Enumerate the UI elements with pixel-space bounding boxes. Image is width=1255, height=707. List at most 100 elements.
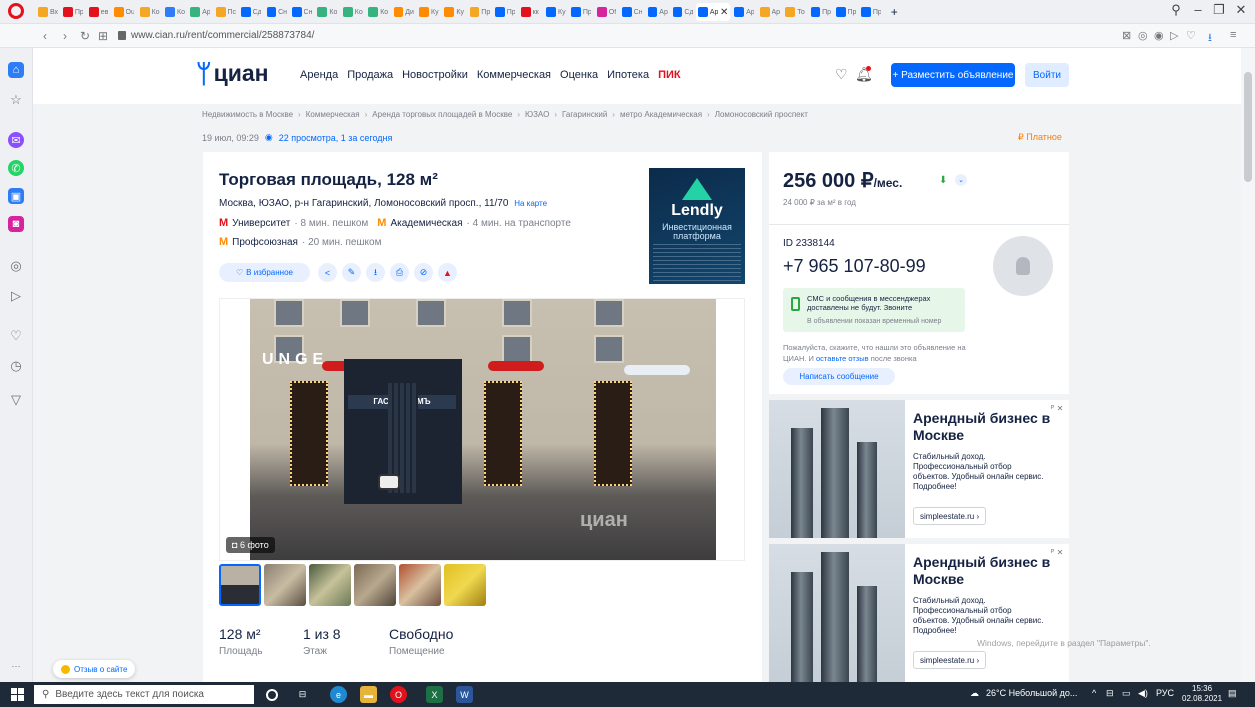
metro-name[interactable]: Университет: [232, 218, 290, 229]
word-icon[interactable]: W: [456, 686, 473, 703]
browser-tab[interactable]: ев: [87, 3, 111, 21]
complaint-icon[interactable]: ▲: [438, 263, 457, 282]
whatsapp-icon[interactable]: ✆: [8, 160, 24, 176]
browser-tab[interactable]: Пр: [809, 3, 833, 21]
nav-commercial[interactable]: Коммерческая: [477, 69, 551, 81]
favorites-heart-icon[interactable]: ♡: [8, 328, 24, 344]
camera-icon[interactable]: ◎: [1138, 29, 1148, 42]
new-tab-button[interactable]: +: [889, 3, 913, 21]
share-icon[interactable]: <: [318, 263, 337, 282]
photo-thumbnail[interactable]: [399, 564, 441, 606]
edit-pencil-icon[interactable]: ✎: [342, 263, 361, 282]
opera-logo-icon[interactable]: [8, 3, 24, 19]
browser-tab[interactable]: Ди: [392, 3, 416, 21]
browser-tab[interactable]: Ку: [442, 3, 466, 21]
browser-tab[interactable]: Ар: [646, 3, 670, 21]
home-icon[interactable]: ⌂: [8, 62, 24, 78]
browser-tab[interactable]: То: [783, 3, 807, 21]
url-field[interactable]: www.cian.ru/rent/commercial/258873784/: [131, 30, 314, 41]
browser-tab[interactable]: Ou: [112, 3, 136, 21]
maximize-icon[interactable]: ❐: [1209, 2, 1229, 18]
close-window-icon[interactable]: ✕: [1231, 2, 1251, 18]
flow-icon[interactable]: ▷: [8, 288, 24, 304]
messenger-icon[interactable]: ✉: [8, 132, 24, 148]
browser-tab[interactable]: Ку: [544, 3, 568, 21]
bookmark-star-icon[interactable]: ☆: [8, 92, 24, 108]
favorites-heart-icon[interactable]: ♡: [835, 66, 848, 83]
browser-tab[interactable]: Пр: [859, 3, 883, 21]
address-text[interactable]: Москва, ЮЗАО, р-н Гагаринский, Ломоносов…: [219, 198, 508, 209]
cian-logo[interactable]: ᛘ циан: [196, 61, 269, 87]
history-icon[interactable]: ◷: [8, 358, 24, 374]
language-indicator[interactable]: РУС: [1156, 688, 1174, 698]
write-message-button[interactable]: Написать сообщение: [783, 368, 895, 385]
tray-chevron-icon[interactable]: ^: [1092, 688, 1096, 698]
photo-thumbnail[interactable]: [354, 564, 396, 606]
browser-tab[interactable]: Сн: [290, 3, 314, 21]
menu-icon[interactable]: ≡: [1230, 29, 1236, 41]
display-icon[interactable]: ▭: [1122, 688, 1131, 699]
speed-dial-icon[interactable]: ⊞: [96, 29, 110, 43]
nav-rent[interactable]: Аренда: [300, 69, 338, 81]
browser-tab[interactable]: Пр: [569, 3, 593, 21]
taskbar-search-input[interactable]: ⚲ Введите здесь текст для поиска: [34, 685, 254, 704]
forward-icon[interactable]: ›: [58, 29, 72, 43]
browser-tab[interactable]: кк: [519, 3, 543, 21]
browser-tab[interactable]: Ар: [188, 3, 212, 21]
volume-icon[interactable]: ◀): [1138, 688, 1148, 699]
task-view-icon[interactable]: ⊟: [294, 686, 311, 703]
price-history-chevron-icon[interactable]: ⌄: [955, 174, 967, 186]
pinboard-icon[interactable]: ▽: [8, 392, 24, 408]
hide-icon[interactable]: ⊘: [414, 263, 433, 282]
scrollbar-thumb[interactable]: [1244, 72, 1252, 182]
promo-card[interactable]: ᴾ ✕ Арендный бизнес в Москве Стабильный …: [769, 544, 1069, 682]
player-icon[interactable]: ▷: [1170, 29, 1178, 42]
nav-sale[interactable]: Продажа: [347, 69, 393, 81]
browser-tab[interactable]: Пр: [61, 3, 85, 21]
tab-close-icon[interactable]: ✕: [720, 7, 728, 18]
nav-pik[interactable]: ПИК: [658, 69, 681, 81]
breadcrumb-item[interactable]: метро Академическая: [620, 110, 702, 119]
breadcrumb-item[interactable]: Коммерческая: [306, 110, 360, 119]
site-review-button[interactable]: Отзыв о сайте: [53, 660, 136, 678]
views-count[interactable]: 22 просмотра, 1 за сегодня: [279, 133, 393, 143]
browser-tab[interactable]: Ко: [341, 3, 365, 21]
cortana-icon[interactable]: [266, 689, 278, 701]
browser-tab[interactable]: Сд: [671, 3, 695, 21]
breadcrumb-item[interactable]: Ломоносовский проспект: [715, 110, 808, 119]
breadcrumb-item[interactable]: Недвижимость в Москве: [202, 110, 293, 119]
nav-mortgage[interactable]: Ипотека: [607, 69, 649, 81]
minimize-icon[interactable]: –: [1188, 2, 1208, 17]
browser-tab[interactable]: Сд: [239, 3, 263, 21]
search-tabs-icon[interactable]: ⚲: [1166, 2, 1186, 18]
snapshot-icon[interactable]: ⊠: [1122, 29, 1131, 42]
download-icon[interactable]: ⭳: [366, 263, 385, 282]
browser-tab[interactable]: Вх: [36, 3, 60, 21]
player-sidebar-icon[interactable]: ◎: [8, 258, 24, 274]
network-icon[interactable]: ⊟: [1106, 688, 1114, 699]
promo-card[interactable]: ᴾ ✕ Арендный бизнес в Москве Стабильный …: [769, 400, 1069, 538]
reload-icon[interactable]: ↻: [78, 29, 92, 43]
browser-tab[interactable]: Пс: [214, 3, 238, 21]
weather-icon[interactable]: ☁: [970, 688, 979, 699]
browser-tab[interactable]: Ко: [138, 3, 162, 21]
browser-tab[interactable]: Ко: [315, 3, 339, 21]
metro-name[interactable]: Профсоюзная: [232, 237, 298, 248]
nav-new-buildings[interactable]: Новостройки: [402, 69, 468, 81]
metro-name[interactable]: Академическая: [390, 218, 462, 229]
browser-tab[interactable]: Пр: [834, 3, 858, 21]
post-ad-button[interactable]: + Разместить объявление: [891, 63, 1015, 87]
edge-icon[interactable]: e: [330, 686, 347, 703]
phone-number[interactable]: +7 965 107-80-99: [783, 256, 926, 277]
breadcrumb-item[interactable]: ЮЗАО: [525, 110, 549, 119]
tab-active[interactable]: Ар ✕: [696, 3, 731, 21]
instagram-icon[interactable]: ◙: [8, 216, 24, 232]
main-photo[interactable]: UNGE ГАСТРОНОМЪ циан: [250, 299, 716, 560]
browser-tab[interactable]: Сн: [620, 3, 644, 21]
leave-review-link[interactable]: оставьте отзыв: [816, 354, 869, 363]
map-link[interactable]: На карте: [514, 199, 547, 208]
login-button[interactable]: Войти: [1025, 63, 1069, 87]
browser-tab[interactable]: Сн: [265, 3, 289, 21]
promo-link-button[interactable]: simpleestate.ru ›: [913, 651, 987, 669]
vpn-icon[interactable]: ◉: [1154, 29, 1164, 42]
